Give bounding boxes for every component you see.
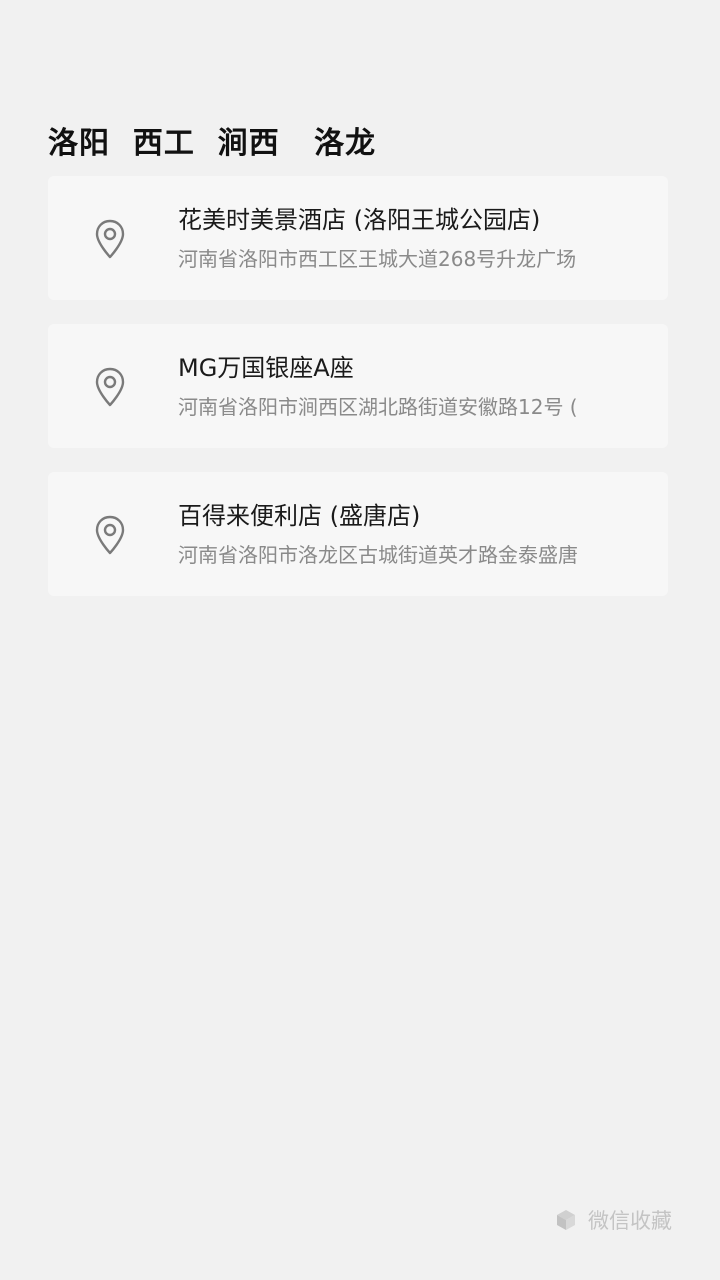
location-card[interactable]: MG万国银座A座 河南省洛阳市涧西区湖北路街道安徽路12号 ( [48, 324, 668, 448]
location-name: 百得来便利店 (盛唐店) [178, 502, 421, 530]
location-name: 花美时美景酒店 (洛阳王城公园店) [178, 206, 541, 234]
location-list: 花美时美景酒店 (洛阳王城公园店) 河南省洛阳市西工区王城大道268号升龙广场 … [48, 176, 668, 620]
location-pin-icon [94, 219, 126, 259]
location-card[interactable]: 花美时美景酒店 (洛阳王城公园店) 河南省洛阳市西工区王城大道268号升龙广场 [48, 176, 668, 300]
location-address: 河南省洛阳市洛龙区古城街道英才路金泰盛唐 [178, 543, 578, 567]
location-address: 河南省洛阳市涧西区湖北路街道安徽路12号 ( [178, 395, 578, 419]
location-card[interactable]: 百得来便利店 (盛唐店) 河南省洛阳市洛龙区古城街道英才路金泰盛唐 [48, 472, 668, 596]
cube-icon [554, 1208, 578, 1232]
location-pin-icon [94, 367, 126, 407]
wechat-favorites-watermark: 微信收藏 [554, 1204, 672, 1236]
page-title: 洛阳 西工 涧西 洛龙 [48, 126, 377, 161]
location-pin-icon [94, 515, 126, 555]
location-name: MG万国银座A座 [178, 354, 354, 382]
footer-label: 微信收藏 [588, 1209, 672, 1233]
location-address: 河南省洛阳市西工区王城大道268号升龙广场 [178, 247, 577, 271]
